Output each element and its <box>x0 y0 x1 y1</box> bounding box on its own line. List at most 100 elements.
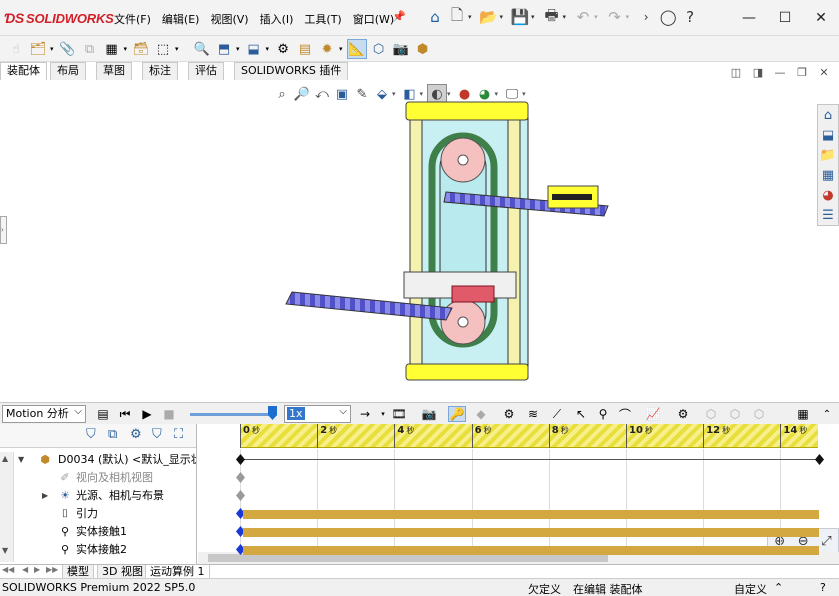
results-plots-icon[interactable]: 📈 <box>644 406 662 422</box>
play-icon[interactable]: ▶ <box>138 406 156 422</box>
tab-model[interactable]: 模型 <box>62 565 94 579</box>
solidworks-logo[interactable]: ƊS SOLIDWORKS <box>4 10 114 26</box>
collapse-icon-1[interactable]: ⬡ <box>702 406 720 422</box>
calculate-icon[interactable]: ▤ <box>94 406 112 422</box>
menu-insert[interactable]: 插入(I) <box>260 11 294 27</box>
menu-window[interactable]: 窗口(W) <box>353 11 394 27</box>
tab-assembly[interactable]: 装配体 <box>0 62 47 80</box>
menu-tools[interactable]: 工具(T) <box>304 11 341 27</box>
scroll-down-icon[interactable]: ▼ <box>2 546 8 555</box>
zoom-to-fit-icon[interactable]: ⤢ <box>821 534 831 549</box>
doc-close-icon[interactable]: ✕ <box>813 66 835 79</box>
tab-3d-view[interactable]: 3D 视图 <box>97 565 148 579</box>
damper-icon[interactable]: ⟋ <box>548 406 566 422</box>
help-icon[interactable]: ? <box>679 6 701 28</box>
take-snapshot-icon[interactable]: 📷 <box>391 39 411 59</box>
doc-minimize-icon[interactable]: — <box>769 66 791 79</box>
bill-of-materials-icon[interactable]: ▤ <box>295 39 315 59</box>
instant3d-icon[interactable]: 📐 <box>346 39 367 59</box>
motion-study-properties-icon[interactable]: ⚙ <box>674 406 692 422</box>
move-component-icon[interactable]: ⬚ <box>153 39 173 59</box>
timeline-duration-bar[interactable] <box>243 546 819 555</box>
save-animation-icon[interactable]: 🎞 <box>390 406 408 422</box>
minimize-icon[interactable]: — <box>731 0 767 36</box>
tree-item-gravity[interactable]: ⌷ 引力 <box>0 505 196 523</box>
spring-icon[interactable]: ≋ <box>524 406 542 422</box>
close-icon[interactable]: ✕ <box>803 0 839 36</box>
save-icon[interactable]: 💾 <box>509 6 531 28</box>
timeline-scroll-thumb[interactable] <box>208 554 608 562</box>
play-from-start-icon[interactable]: ⏮ <box>116 406 134 422</box>
timeline-ruler[interactable]: 0 秒 2 秒 4 秒 6 秒 8 秒 10 秒 12 秒 14 秒 <box>240 424 818 448</box>
mate-icon[interactable]: 🗂 <box>28 39 48 59</box>
home-icon[interactable]: ⌂ <box>424 6 446 28</box>
doc-restore-icon[interactable]: ❐ <box>791 66 813 79</box>
status-custom-units[interactable]: 自定义 <box>734 581 767 596</box>
previous-icon[interactable]: ◫ <box>725 66 747 79</box>
playback-speed-select[interactable]: 1x <box>284 404 351 423</box>
filter-driving-icon[interactable]: ⚙ <box>130 427 142 442</box>
design-library-icon[interactable]: ⬓ <box>818 125 838 145</box>
smart-fasteners-icon[interactable]: 🗃 <box>131 39 151 59</box>
more-chevron-icon[interactable]: › <box>635 6 657 28</box>
assembly-model[interactable] <box>0 80 839 402</box>
collapse-motion-manager-icon[interactable]: ⌃ <box>818 406 836 422</box>
add-key-icon[interactable]: ◆ <box>472 406 490 422</box>
last-tab-icon[interactable]: ▶▶ <box>46 565 58 574</box>
insert-component-icon[interactable]: ☝ <box>6 39 26 59</box>
study-type-select[interactable]: Motion 分析 <box>2 404 86 423</box>
contact-icon[interactable]: ⚲ <box>594 406 612 422</box>
animation-wizard-icon[interactable]: 📷 <box>420 406 438 422</box>
filter-selected-icon[interactable]: ⛉ <box>152 427 162 442</box>
open-folder-icon[interactable]: 📂 <box>478 6 500 28</box>
gravity-icon[interactable]: ⌒ <box>616 406 634 422</box>
keyframe-marker[interactable] <box>236 472 245 483</box>
tab-markup[interactable]: 标注 <box>142 62 178 80</box>
motor-icon[interactable]: ⚙ <box>500 406 518 422</box>
keyframe-marker[interactable] <box>815 454 824 465</box>
solidworks-resources-icon[interactable]: ⌂ <box>818 105 838 125</box>
pin-icon[interactable]: 📌 <box>392 10 406 23</box>
menu-view[interactable]: 视图(V) <box>210 11 248 27</box>
force-icon[interactable]: ↖ <box>572 406 590 422</box>
keyframe-marker[interactable] <box>236 454 245 465</box>
tab-motion-study-1[interactable]: 运动算例 1 <box>145 565 210 579</box>
next-tab-icon[interactable]: ▶ <box>34 565 40 574</box>
playback-slider-thumb[interactable] <box>268 406 277 420</box>
next-icon[interactable]: ◨ <box>747 66 769 79</box>
paperclip-icon[interactable]: 📎 <box>58 39 78 59</box>
maximize-icon[interactable]: ☐ <box>767 0 803 36</box>
new-document-icon[interactable]: 🗋 <box>446 6 468 28</box>
prev-tab-icon[interactable]: ◀ <box>22 565 28 574</box>
feature-manager-flyout-handle[interactable]: › <box>0 216 7 244</box>
stop-icon[interactable]: ■ <box>160 406 178 422</box>
graphics-area[interactable]: ⌕ 🔎 ⤺ ▣ ✎ ⬙ ▾ ◧ ▾ ◐ ▾ ● ◕ ▾ 🖵 ▾ › ⌂ ⬓ 📁 … <box>0 80 839 402</box>
menu-edit[interactable]: 编辑(E) <box>162 11 200 27</box>
tree-item-contact-1[interactable]: ⚲ 实体接触1 <box>0 523 196 541</box>
large-assembly-icon[interactable]: ⬢ <box>413 39 433 59</box>
exploded-view-icon[interactable]: ✹ <box>317 39 337 59</box>
undo-icon[interactable]: ↶ <box>572 6 594 28</box>
collapse-icon-3[interactable]: ⬡ <box>750 406 768 422</box>
motion-timeline[interactable]: 0秒2秒4秒6秒8秒10秒12秒14秒 ⊕ ⊖ ⤢ <box>198 424 839 564</box>
filter-animated-icon[interactable]: ⧉ <box>108 427 117 442</box>
timeline-duration-bar[interactable] <box>243 528 819 537</box>
copy-icon[interactable]: ⧉ <box>80 39 100 59</box>
update-speedpak-icon[interactable]: ⬡ <box>369 39 389 59</box>
timeline-view-icon[interactable]: ▦ <box>794 406 812 422</box>
show-hidden-icon[interactable]: 🔍 <box>192 39 212 59</box>
tree-item-lights-cameras-scene[interactable]: ▶ ☀ 光源、相机与布景 <box>0 487 196 505</box>
collapse-arrow-icon[interactable]: ▼ <box>18 451 24 469</box>
appearances-icon[interactable]: ◕ <box>818 185 838 205</box>
print-icon[interactable]: 🖶 <box>541 6 563 28</box>
tab-evaluate[interactable]: 评估 <box>188 62 224 80</box>
tab-addins[interactable]: SOLIDWORKS 插件 <box>234 62 349 80</box>
autokey-icon[interactable]: 🔑 <box>448 406 466 422</box>
tree-item-contact-2[interactable]: ⚲ 实体接触2 <box>0 541 196 559</box>
collapse-icon-2[interactable]: ⬡ <box>726 406 744 422</box>
expand-arrow-icon[interactable]: ▶ <box>42 487 48 505</box>
view-palette-icon[interactable]: ▦ <box>818 165 838 185</box>
tab-layout[interactable]: 布局 <box>50 62 86 80</box>
status-help-icon[interactable]: ? <box>820 581 826 594</box>
redo-icon[interactable]: ↷ <box>604 6 626 28</box>
